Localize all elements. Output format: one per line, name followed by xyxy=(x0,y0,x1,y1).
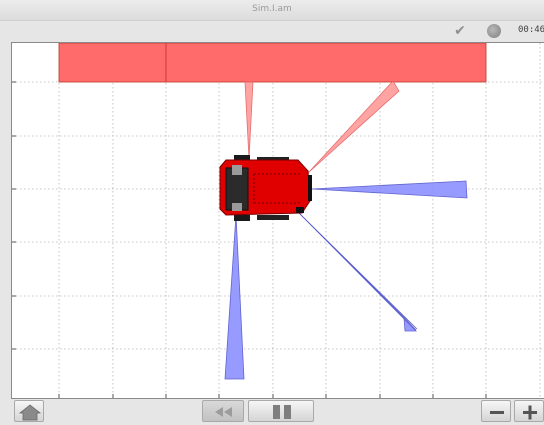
ir-sensor-cone-front-left xyxy=(244,81,254,160)
window-title: Sim.I.am xyxy=(252,4,292,14)
check-icon[interactable]: ✔ xyxy=(452,23,468,39)
zoom-out-button[interactable] xyxy=(481,400,511,422)
robot[interactable] xyxy=(219,155,312,221)
status-bar: ✔ 00:46 xyxy=(0,21,544,41)
rewind-icon xyxy=(215,407,232,417)
ir-sensor-cone-right-diag-2 xyxy=(298,212,418,330)
obstacle-wall xyxy=(58,43,487,83)
title-bar: Sim.I.am xyxy=(0,0,544,21)
home-icon xyxy=(18,404,42,421)
grid xyxy=(12,43,544,398)
ir-sensor-cone-front xyxy=(311,180,468,199)
minus-icon xyxy=(490,411,504,414)
rewind-button[interactable] xyxy=(202,400,244,422)
ir-sensor-cone-left-diag xyxy=(307,80,400,174)
pause-button[interactable] xyxy=(248,400,314,422)
plus-icon xyxy=(523,405,537,420)
zoom-in-button[interactable] xyxy=(514,400,544,422)
clock-icon xyxy=(487,24,501,38)
simulation-canvas[interactable] xyxy=(11,42,544,399)
home-button[interactable] xyxy=(14,400,44,422)
simulation-timer: 00:46 xyxy=(518,25,544,35)
simulator-window: Sim.I.am ✔ 00:46 xyxy=(0,0,544,425)
ir-sensor-cone-rear-right xyxy=(224,214,245,380)
bottom-toolbar xyxy=(0,398,544,425)
pause-icon xyxy=(273,405,291,419)
